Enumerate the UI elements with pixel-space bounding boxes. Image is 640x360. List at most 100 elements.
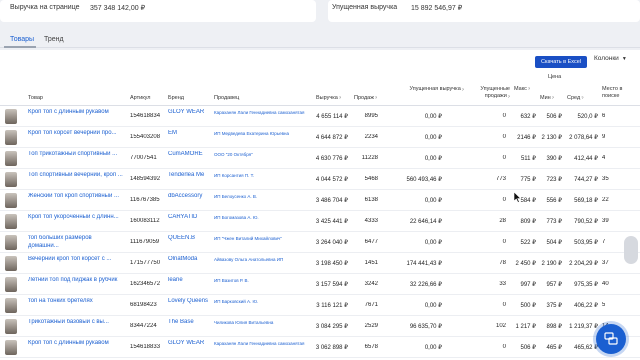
brand-link[interactable]: OlnatModa	[168, 256, 210, 264]
revenue-value: 3 084 295 ₽	[315, 324, 348, 330]
help-icon[interactable]: ?	[339, 95, 341, 100]
table-row[interactable]: Вечерний кроп топ корсет с ... 171577750 O…	[0, 253, 640, 274]
article-value: 111679059	[130, 239, 160, 245]
article-value: 116767385	[130, 197, 160, 203]
seller-link[interactable]: ИП Барковский А. Ю.	[214, 299, 309, 305]
product-name-link[interactable]: Кроп топ корсет вечерний про...	[28, 130, 123, 138]
product-name-link[interactable]: топ больших размеров домашни...	[28, 235, 123, 250]
metric-value: 15 892 546,97 ₽	[411, 5, 463, 12]
help-icon[interactable]: ?	[581, 95, 583, 100]
product-name-link[interactable]: Кроп топ с длинным рукавом	[28, 109, 123, 117]
brand-link[interactable]: Lovely Queens	[168, 298, 210, 306]
col-avg[interactable]: Сред?	[567, 95, 583, 101]
product-name-link[interactable]: Летний топ под пиджак в рубчик	[28, 277, 123, 285]
min-price-value: 390 ₽	[546, 156, 563, 162]
brand-link[interactable]: GLOY WEAR	[168, 109, 210, 117]
seller-link[interactable]: Чиликова Юлия Витальевна	[214, 320, 309, 326]
seller-link[interactable]: Караханян Лали Геннадиевна самозанятая	[214, 341, 309, 347]
avg-price-value: 465,62 ₽	[574, 345, 598, 351]
col-article[interactable]: Артикул	[130, 95, 151, 101]
product-name-link[interactable]: Топ спортивный вечерний, кроп ...	[28, 172, 123, 180]
article-value: 155403208	[130, 134, 161, 140]
product-name-link[interactable]: Женский топ кроп спортивный ...	[28, 193, 123, 201]
lost-sales-value: 0	[502, 344, 506, 350]
max-price-value: 1 217 ₽	[515, 324, 537, 330]
table-row[interactable]: Кроп топ корсет вечерний про... 155403208…	[0, 127, 640, 148]
help-icon[interactable]: ?	[528, 86, 530, 91]
col-lost-sales[interactable]: Упущенные продажи?	[468, 86, 510, 100]
col-place[interactable]: Место в поиске	[602, 86, 636, 100]
brand-link[interactable]: leane	[168, 277, 210, 285]
seller-link[interactable]: ИП Богомазова А. Ю.	[214, 215, 309, 221]
col-min[interactable]: Мин?	[540, 95, 554, 101]
search-place-value: 5	[602, 302, 606, 308]
seller-link[interactable]: ИП Вазитов Р. В.	[214, 278, 309, 284]
revenue-value: 3 486 704 ₽	[315, 198, 348, 204]
table-row[interactable]: Женский топ кроп спортивный ... 116767385…	[0, 190, 640, 211]
revenue-value: 4 655 114 ₽	[316, 114, 348, 120]
help-icon[interactable]: ?	[508, 94, 510, 99]
help-icon[interactable]: ?	[552, 95, 554, 100]
col-sales[interactable]: Продаж?	[354, 95, 377, 101]
table-row[interactable]: Трикотажный базовый с вы... 83447224 The B…	[0, 316, 640, 337]
excel-button[interactable]: Скачать в Excel	[535, 56, 587, 68]
seller-link[interactable]: ИП Корсантия П. Т.	[214, 173, 309, 179]
avg-price-value: 503,95 ₽	[574, 240, 598, 246]
seller-link[interactable]: ИП Медведева Екатерина Юрьевна	[214, 131, 309, 137]
table-row[interactable]: Топ спортивный вечерний, кроп ... 1485943…	[0, 169, 640, 190]
seller-link[interactable]: Караханян Лали Геннадиевна самозанятая	[214, 110, 309, 116]
product-name-link[interactable]: Вечерний кроп топ корсет с ...	[28, 256, 123, 264]
product-name-link[interactable]: топ на тонких бретелях	[28, 298, 123, 306]
brand-link[interactable]: GLOY WEAR	[168, 340, 210, 348]
col-max[interactable]: Макс?	[514, 86, 530, 92]
mouse-cursor-icon	[513, 190, 522, 208]
brand-link[interactable]: EM	[168, 130, 210, 138]
brand-link[interactable]: Tenderlea Me	[168, 172, 210, 180]
table-row[interactable]: топ больших размеров домашни... 111679059…	[0, 232, 640, 253]
product-thumbnail	[5, 109, 17, 124]
product-name-link[interactable]: Трикотажный базовый с вы...	[28, 319, 123, 327]
lost-revenue-card: Упущенная выручка 15 892 546,97 ₽	[328, 0, 640, 22]
col-brand[interactable]: Бренд	[168, 95, 184, 101]
help-icon[interactable]: ?	[375, 95, 377, 100]
seller-link[interactable]: Айвазову Ольга Анатольевна ИП	[214, 257, 309, 263]
lost-sales-value: 33	[499, 281, 506, 287]
brand-link[interactable]: CumAMORE	[168, 151, 210, 159]
max-price-value: 522 ₽	[520, 240, 537, 246]
columns-dropdown[interactable]: Колонки ▼	[594, 55, 627, 62]
col-revenue[interactable]: Выручка?	[316, 95, 341, 101]
lost-revenue-value: 0,00 ₽	[424, 240, 442, 246]
min-price-value: 504 ₽	[546, 240, 563, 246]
chat-button[interactable]	[596, 324, 626, 354]
table-row[interactable]: Летний топ под пиджак в рубчик 162346572 l…	[0, 274, 640, 295]
seller-link[interactable]: ИП "Чжен Виталий Михайлович"	[214, 236, 309, 242]
table-row[interactable]: Кроп топ с длинным рукавом 154618833 GLOY …	[0, 337, 640, 358]
product-name-link[interactable]: Кроп топ укороченный с длинн...	[28, 214, 123, 222]
search-place-value: 37	[602, 260, 609, 266]
seller-link[interactable]: ООО "20 Октября"	[214, 152, 309, 158]
col-product[interactable]: Товар	[28, 95, 43, 101]
scrollbar[interactable]	[624, 236, 638, 264]
avg-price-value: 744,27 ₽	[574, 177, 598, 183]
table-row[interactable]: Кроп топ с длинным рукавом 154618834 GLOY …	[0, 106, 640, 127]
help-icon[interactable]: ?	[462, 87, 464, 92]
col-seller[interactable]: Продавец	[214, 95, 239, 101]
brand-link[interactable]: QUEEN.B	[168, 235, 210, 243]
product-name-link[interactable]: Топ трикотажный спортивный ...	[28, 151, 123, 159]
tab-products[interactable]: Товары	[10, 36, 34, 43]
sales-value: 7671	[364, 302, 378, 308]
product-name-link[interactable]: Кроп топ с длинным рукавом	[28, 340, 123, 348]
col-lost-revenue[interactable]: Упущенная выручка?	[408, 86, 464, 93]
table-row[interactable]: топ на тонких бретелях 68198423 Lovely Que…	[0, 295, 640, 316]
seller-link[interactable]: ИП Белоусенко А. В.	[214, 194, 309, 200]
table-row[interactable]: Кроп топ укороченный с длинн... 160083112…	[0, 211, 640, 232]
min-price-value: 898 ₽	[546, 324, 563, 330]
brand-link[interactable]: The Base	[168, 319, 210, 327]
table-row[interactable]: Топ трикотажный спортивный ... 77007541 Cu…	[0, 148, 640, 169]
brand-link[interactable]: CARYATID	[168, 214, 210, 222]
revenue-value: 3 425 441 ₽	[315, 219, 348, 225]
revenue-value: 3 116 121 ₽	[316, 303, 348, 309]
search-place-value: 22	[602, 197, 609, 203]
tab-trend[interactable]: Тренд	[44, 36, 64, 43]
brand-link[interactable]: dbAccessory	[168, 193, 210, 201]
